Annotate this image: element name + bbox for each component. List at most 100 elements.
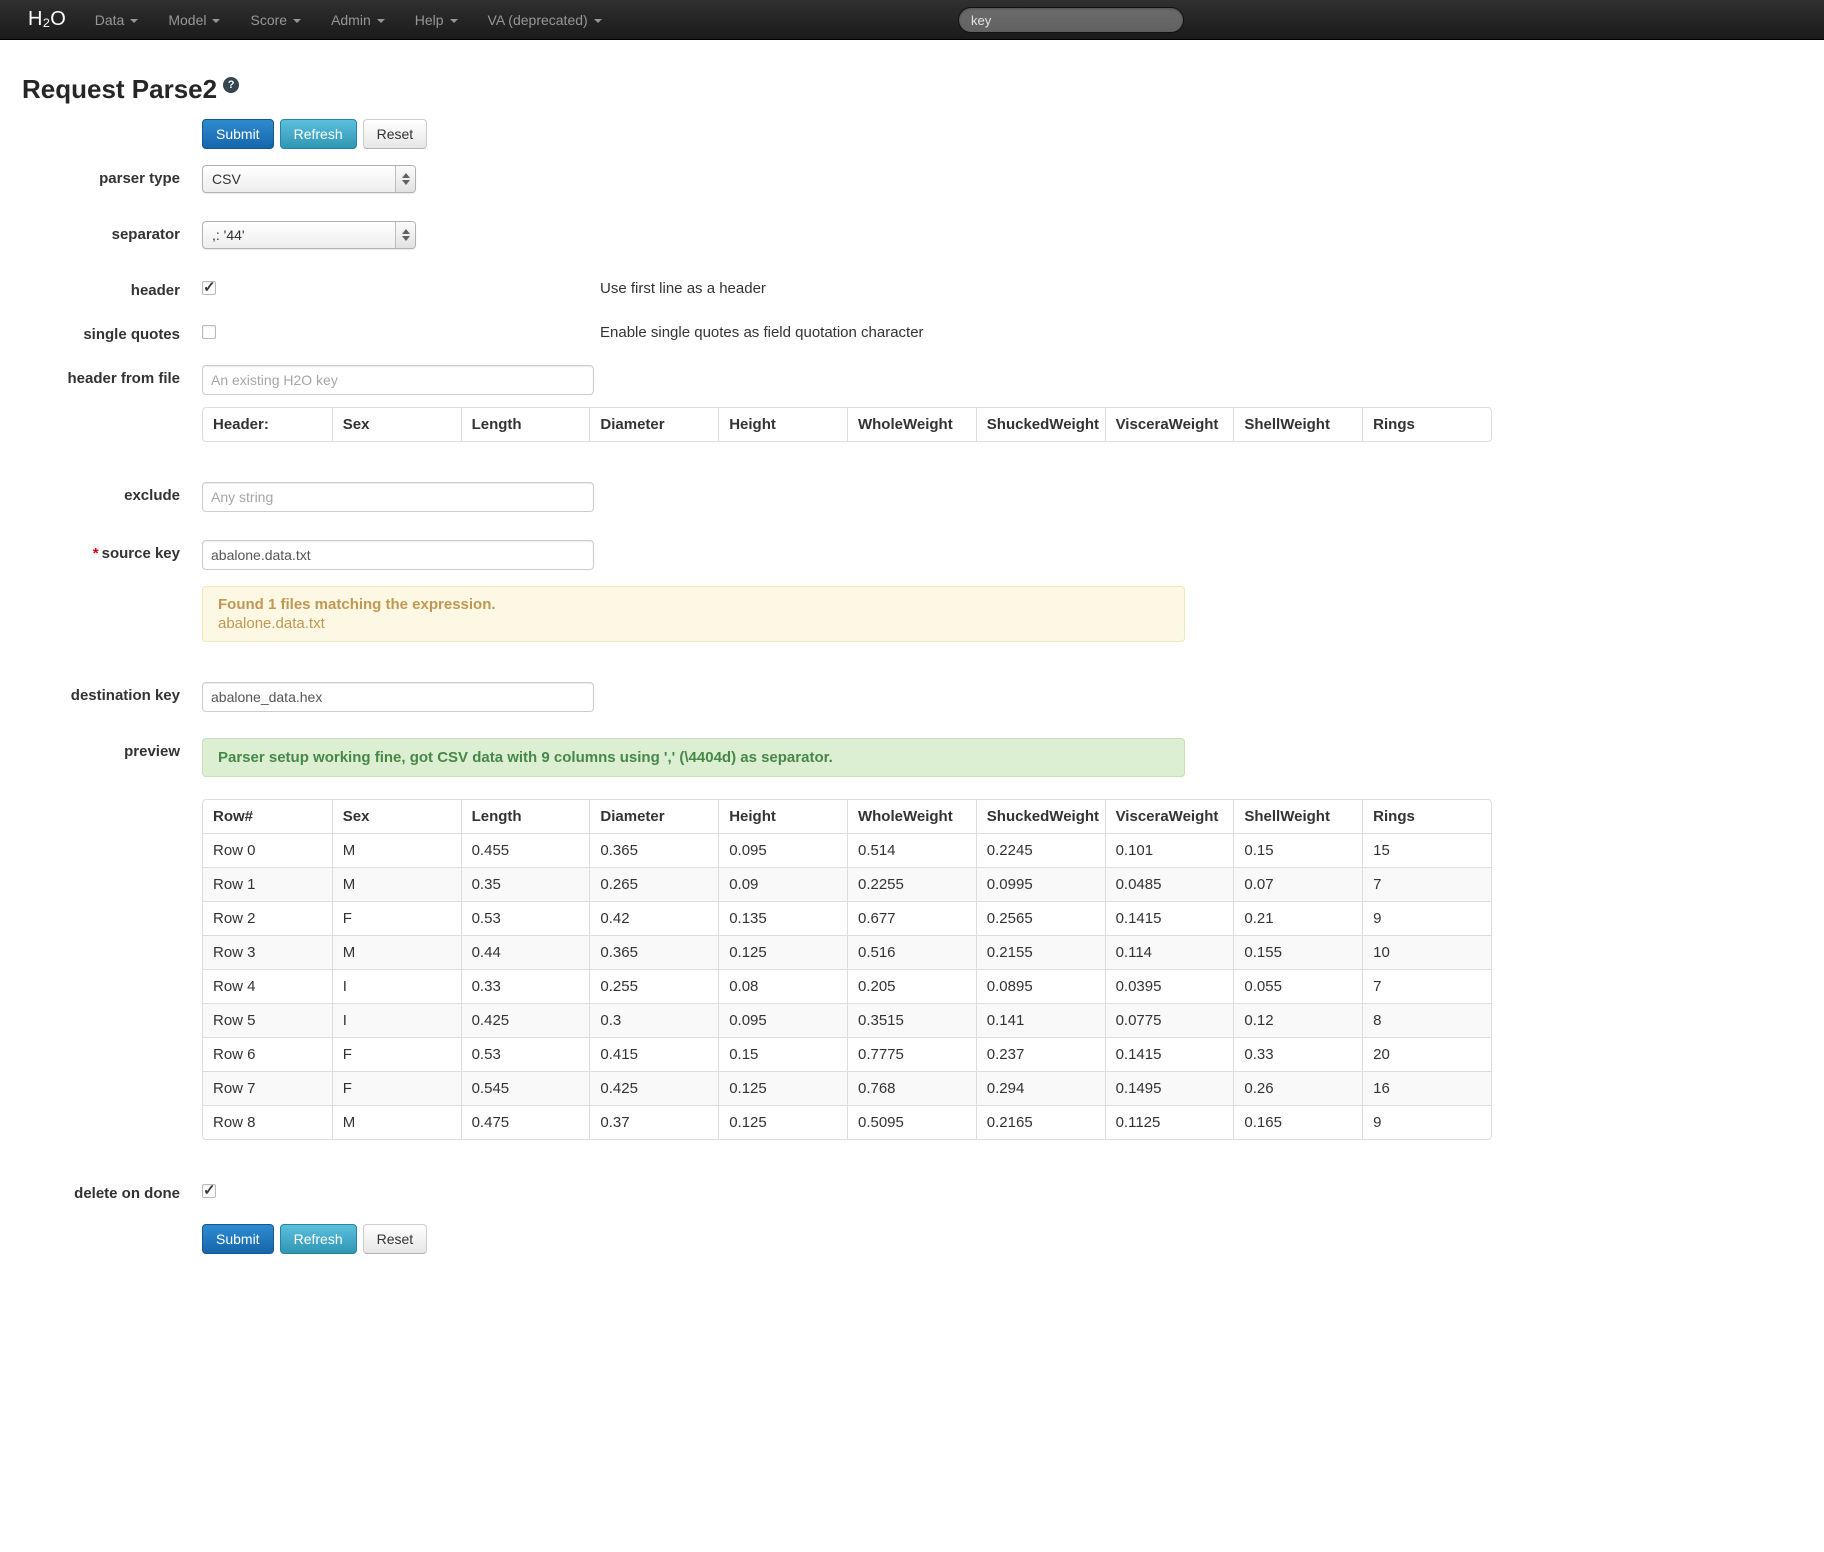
separator-label: separator — [22, 221, 180, 243]
table-cell: 0.265 — [589, 867, 718, 901]
caret-down-icon — [293, 19, 301, 23]
header-from-file-input[interactable] — [202, 365, 594, 395]
table-cell: Row 2 — [203, 901, 332, 935]
table-cell: 0.35 — [461, 867, 590, 901]
reset-button[interactable]: Reset — [363, 119, 428, 149]
destination-key-input[interactable] — [202, 682, 594, 712]
column-header: Row# — [203, 800, 332, 833]
table-cell: M — [332, 935, 461, 969]
table-row: Row 8M0.4750.370.1250.50950.21650.11250.… — [203, 1105, 1491, 1139]
h2o-logo[interactable]: H₂O — [0, 8, 80, 31]
table-cell: 9 — [1362, 901, 1491, 935]
caret-down-icon — [130, 19, 138, 23]
menu-help-label: Help — [415, 12, 444, 28]
table-cell: 0.07 — [1233, 867, 1362, 901]
single-quotes-row: single quotes Enable single quotes as fi… — [22, 321, 1802, 343]
required-asterisk: * — [93, 545, 99, 562]
menu-score[interactable]: Score — [235, 0, 316, 40]
table-cell: Row 0 — [203, 833, 332, 867]
column-header: VisceraWeight — [1105, 408, 1234, 441]
separator-row: separator ,: '44' — [22, 221, 1802, 249]
column-header: Rings — [1362, 800, 1491, 833]
table-cell: 0.294 — [976, 1071, 1105, 1105]
help-icon[interactable]: ? — [223, 77, 239, 93]
column-header: Length — [461, 408, 590, 441]
source-key-label: *source key — [22, 540, 180, 562]
table-cell: 0.677 — [847, 901, 976, 935]
menu-data[interactable]: Data — [80, 0, 154, 40]
table-cell: 0.0395 — [1105, 969, 1234, 1003]
delete-on-done-label: delete on done — [22, 1180, 180, 1202]
table-cell: F — [332, 901, 461, 935]
single-quotes-label: single quotes — [22, 321, 180, 343]
header-checkbox[interactable] — [202, 281, 216, 295]
table-cell: 0.3 — [589, 1003, 718, 1037]
page-content: Request Parse2? Submit Refresh Reset par… — [0, 74, 1824, 1254]
refresh-button[interactable]: Refresh — [280, 119, 357, 149]
menu-model[interactable]: Model — [153, 0, 235, 40]
submit-button[interactable]: Submit — [202, 119, 274, 149]
table-cell: 0.205 — [847, 969, 976, 1003]
table-head: Row#SexLengthDiameterHeightWholeWeightSh… — [203, 800, 1491, 833]
table-cell: 0.165 — [1233, 1105, 1362, 1139]
column-header: Length — [461, 800, 590, 833]
table-cell: 0.155 — [1233, 935, 1362, 969]
table-cell: 20 — [1362, 1037, 1491, 1071]
source-key-row: *source key Found 1 files matching the e… — [22, 540, 1802, 642]
table-cell: 9 — [1362, 1105, 1491, 1139]
table-body: Row 0M0.4550.3650.0950.5140.22450.1010.1… — [203, 833, 1491, 1139]
table-cell: 0.135 — [718, 901, 847, 935]
table-row: Row 3M0.440.3650.1250.5160.21550.1140.15… — [203, 935, 1491, 969]
column-header: WholeWeight — [847, 408, 976, 441]
table-cell: 16 — [1362, 1071, 1491, 1105]
submit-button[interactable]: Submit — [202, 1224, 274, 1254]
page-title: Request Parse2? — [22, 74, 1802, 105]
table-cell: 0.255 — [589, 969, 718, 1003]
column-header: Rings — [1362, 408, 1491, 441]
column-header: Header: — [203, 408, 332, 441]
header-from-file-label: header from file — [22, 365, 180, 387]
table-cell: 0.42 — [589, 901, 718, 935]
caret-down-icon — [594, 19, 602, 23]
select-stepper-icon — [395, 222, 415, 248]
table-cell: M — [332, 1105, 461, 1139]
delete-on-done-row: delete on done — [22, 1180, 1802, 1202]
table-cell: 0.101 — [1105, 833, 1234, 867]
page-title-text: Request Parse2 — [22, 74, 217, 104]
table-cell: 0.114 — [1105, 935, 1234, 969]
spacer — [22, 407, 180, 412]
table-cell: 15 — [1362, 833, 1491, 867]
separator-select[interactable]: ,: '44' — [202, 221, 416, 249]
table-cell: 0.37 — [589, 1105, 718, 1139]
table-cell: 0.09 — [718, 867, 847, 901]
column-header: ShellWeight — [1233, 800, 1362, 833]
table-cell: 0.33 — [461, 969, 590, 1003]
table-cell: M — [332, 867, 461, 901]
search-input[interactable] — [958, 7, 1184, 33]
preview-label: preview — [22, 738, 180, 760]
table-cell: 0.53 — [461, 901, 590, 935]
menu-admin[interactable]: Admin — [316, 0, 400, 40]
parser-type-select[interactable]: CSV — [202, 165, 416, 193]
reset-button[interactable]: Reset — [363, 1224, 428, 1254]
menu-help[interactable]: Help — [400, 0, 473, 40]
refresh-button[interactable]: Refresh — [280, 1224, 357, 1254]
column-header: Diameter — [589, 800, 718, 833]
menu-va-deprecated[interactable]: VA (deprecated) — [473, 0, 617, 40]
table-cell: 0.768 — [847, 1071, 976, 1105]
arrow-up-icon — [402, 229, 410, 234]
menu-data-label: Data — [95, 12, 125, 28]
table-cell: 0.5095 — [847, 1105, 976, 1139]
source-key-input[interactable] — [202, 540, 594, 570]
table-cell: 0.415 — [589, 1037, 718, 1071]
navbar-search — [958, 7, 1184, 33]
table-row: Row 2F0.530.420.1350.6770.25650.14150.21… — [203, 901, 1491, 935]
table-cell: 0.365 — [589, 935, 718, 969]
exclude-input[interactable] — [202, 482, 594, 512]
bottom-button-row: Submit Refresh Reset — [202, 1224, 1802, 1254]
table-cell: 0.0895 — [976, 969, 1105, 1003]
arrow-down-icon — [402, 236, 410, 241]
delete-on-done-checkbox[interactable] — [202, 1184, 216, 1198]
single-quotes-checkbox[interactable] — [202, 325, 216, 339]
table-cell: 0.08 — [718, 969, 847, 1003]
